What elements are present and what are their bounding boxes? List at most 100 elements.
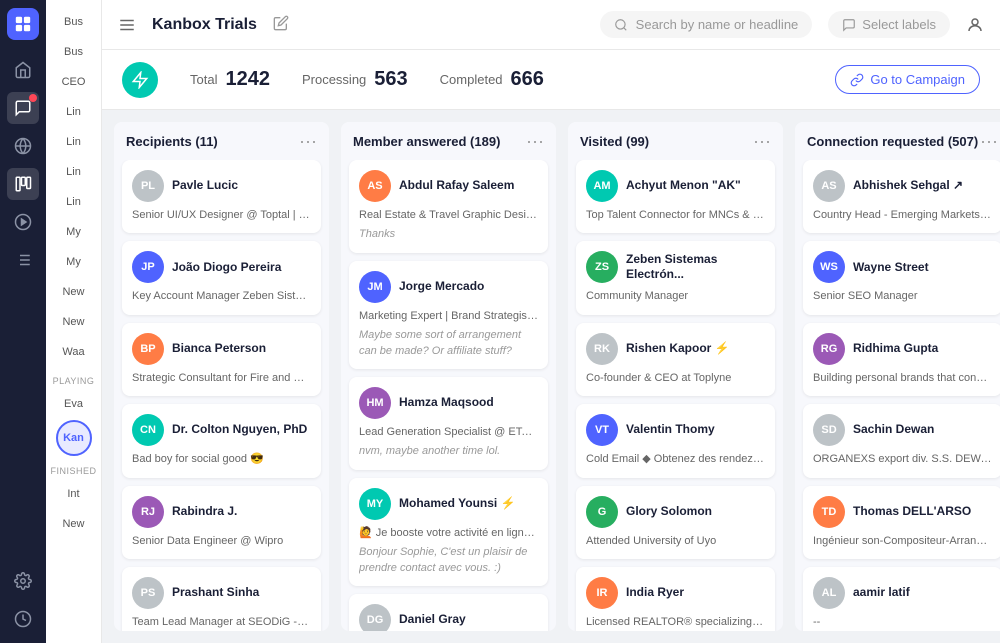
card-subtitle: Senior UI/UX Designer @ Toptal | Prot...	[132, 208, 311, 223]
table-row[interactable]: SDSachin DewanORGANEXS export div. S.S. …	[803, 404, 1000, 477]
menu-button[interactable]	[118, 16, 136, 34]
sidebar-item-new1[interactable]: New	[52, 278, 96, 306]
column-visited: Visited (99)···AMAchyut Menon "AK"Top Ta…	[568, 122, 783, 631]
card-subtitle: Senior Data Engineer @ Wipro	[132, 534, 311, 549]
column-title: Member answered (189)	[353, 134, 500, 149]
table-row[interactable]: AMAchyut Menon "AK"Top Talent Connector …	[576, 160, 775, 233]
column-more-button[interactable]: ···	[299, 132, 317, 150]
avatar: MY	[359, 488, 391, 520]
table-row[interactable]: HM Hamza Maqsood Lead Generation Specialis…	[349, 377, 548, 470]
table-row[interactable]: RGRidhima GuptaBuilding personal brands …	[803, 323, 1000, 396]
nav-list-btn[interactable]	[7, 244, 39, 276]
search-bar[interactable]: Search by name or headline	[600, 11, 813, 38]
column-title: Connection requested (507)	[807, 134, 978, 149]
table-row[interactable]: ASAbhishek Sehgal ↗Country Head - Emergi…	[803, 160, 1000, 233]
nav-kanban-btn[interactable]	[7, 168, 39, 200]
card-name: Jorge Mercado	[399, 279, 484, 295]
completed-value: 666	[511, 68, 544, 91]
table-row[interactable]: ALaamir latif----	[803, 567, 1000, 631]
card-subtitle: Strategic Consultant for Fire and Sust..…	[132, 371, 311, 386]
card-subtitle: Building personal brands that conver...	[813, 371, 992, 386]
go-campaign-button[interactable]: Go to Campaign	[835, 65, 980, 94]
column-more-button[interactable]: ···	[526, 132, 544, 150]
nav-home-btn[interactable]	[7, 54, 39, 86]
card-subtitle: Licensed REALTOR® specializing in S...	[586, 615, 765, 630]
page-title: Kanbox Trials	[152, 16, 257, 34]
sidebar-item-bus2[interactable]: Bus	[52, 38, 96, 66]
sidebar-item-my2[interactable]: My	[52, 248, 96, 276]
sidebar-item-new2[interactable]: New	[52, 308, 96, 336]
column-more-button[interactable]: ···	[753, 132, 771, 150]
column-connection_requested: Connection requested (507)··· ASAbhishek …	[795, 122, 1000, 631]
nav-settings-btn[interactable]	[7, 565, 39, 597]
card-subtitle: Lead Generation Specialist @ ETech ...	[359, 425, 538, 440]
table-row[interactable]: IRIndia RyerLicensed REALTOR® specializi…	[576, 567, 775, 631]
labels-filter[interactable]: Select labels	[828, 11, 950, 38]
column-more-button[interactable]: ···	[980, 132, 998, 150]
sidebar-item-kan[interactable]: Kan	[56, 420, 92, 456]
avatar: VT	[586, 414, 618, 446]
card-subtitle: Cold Email ◆ Obtenez des rendez-vou...	[586, 452, 765, 467]
edit-icon[interactable]	[273, 15, 289, 34]
avatar: HM	[359, 387, 391, 419]
avatar: AS	[813, 170, 845, 202]
sidebar-item-lin4[interactable]: Lin	[52, 188, 96, 216]
table-row[interactable]: RJRabindra J.Senior Data Engineer @ Wipr…	[122, 486, 321, 559]
sidebar-item-ceo[interactable]: CEO	[52, 68, 96, 96]
card-name: Hamza Maqsood	[399, 395, 494, 411]
sidebar-item-lin2[interactable]: Lin	[52, 128, 96, 156]
card-message: nvm, maybe another time lol.	[359, 444, 538, 459]
table-row[interactable]: BPBianca PetersonStrategic Consultant fo…	[122, 323, 321, 396]
card-name: India Ryer	[626, 585, 684, 601]
card-name: Mohamed Younsi ⚡	[399, 496, 516, 512]
sidebar-item-waa[interactable]: Waa	[52, 338, 96, 366]
table-row[interactable]: ASAbdul Rafay SaleemReal Estate & Travel…	[349, 160, 548, 253]
table-row[interactable]: TDThomas DELL'ARSOIngénieur son-Composit…	[803, 486, 1000, 559]
sidebar-item-lin3[interactable]: Lin	[52, 158, 96, 186]
app-logo[interactable]	[7, 8, 39, 40]
table-row[interactable]: WSWayne StreetSenior SEO Manager	[803, 241, 1000, 314]
table-row[interactable]: RKRishen Kapoor ⚡Co-founder & CEO at Top…	[576, 323, 775, 396]
sidebar-item-eva[interactable]: Eva	[52, 390, 96, 418]
table-row[interactable]: CNDr. Colton Nguyen, PhDBad boy for soci…	[122, 404, 321, 477]
column-cards: AMAchyut Menon "AK"Top Talent Connector …	[568, 160, 783, 631]
card-subtitle: Bad boy for social good 😎	[132, 452, 311, 467]
kanban-board: Recipients (11)···PLPavle LucicSenior UI…	[102, 110, 1000, 643]
card-name: Achyut Menon "AK"	[626, 178, 741, 194]
avatar: PS	[132, 577, 164, 609]
table-row[interactable]: ZSZeben Sistemas Electrón...Community Ma…	[576, 241, 775, 314]
avatar: RJ	[132, 496, 164, 528]
total-label: Total	[190, 72, 217, 87]
sidebar-item-lin1[interactable]: Lin	[52, 98, 96, 126]
card-name: Prashant Sinha	[172, 585, 259, 601]
sidebar-item-bus1[interactable]: Bus	[52, 8, 96, 36]
nav-network-btn[interactable]	[7, 130, 39, 162]
profile-icon-btn[interactable]	[966, 16, 984, 34]
card-subtitle: Community Manager	[586, 289, 765, 304]
nav-messages-btn[interactable]	[7, 92, 39, 124]
icon-bar	[0, 0, 46, 643]
card-name: Ridhima Gupta	[853, 341, 938, 357]
card-name: aamir latif	[853, 585, 910, 601]
nav-clock-btn[interactable]	[7, 603, 39, 635]
avatar: CN	[132, 414, 164, 446]
completed-label: Completed	[440, 72, 503, 87]
avatar: PL	[132, 170, 164, 202]
sidebar-item-my1[interactable]: My	[52, 218, 96, 246]
sidebar-item-new3[interactable]: New	[52, 510, 96, 538]
table-row[interactable]: JPJoão Diogo PereiraKey Account Manager …	[122, 241, 321, 314]
total-value: 1242	[225, 68, 270, 91]
nav-play-btn[interactable]	[7, 206, 39, 238]
table-row[interactable]: DGDaniel GrayCo-Founder & CEO @ LernoHi …	[349, 594, 548, 631]
table-row[interactable]: JMJorge MercadoMarketing Expert | Brand …	[349, 261, 548, 369]
table-row[interactable]: MYMohamed Younsi ⚡🙋 Je booste votre acti…	[349, 478, 548, 586]
table-row[interactable]: GGlory SolomonAttended University of Uyo	[576, 486, 775, 559]
sidebar-item-int[interactable]: Int	[52, 480, 96, 508]
card-subtitle: ORGANEXS export div. S.S. DEWAN ...	[813, 452, 992, 467]
campaigns-sidebar: Bus Bus CEO Lin Lin Lin Lin My My New Ne…	[46, 0, 102, 643]
table-row[interactable]: PLPavle LucicSenior UI/UX Designer @ Top…	[122, 160, 321, 233]
search-placeholder: Search by name or headline	[636, 17, 799, 32]
table-row[interactable]: VTValentin ThomyCold Email ◆ Obtenez des…	[576, 404, 775, 477]
completed-stats: Completed 666	[440, 68, 544, 91]
table-row[interactable]: PSPrashant SinhaTeam Lead Manager at SEO…	[122, 567, 321, 631]
